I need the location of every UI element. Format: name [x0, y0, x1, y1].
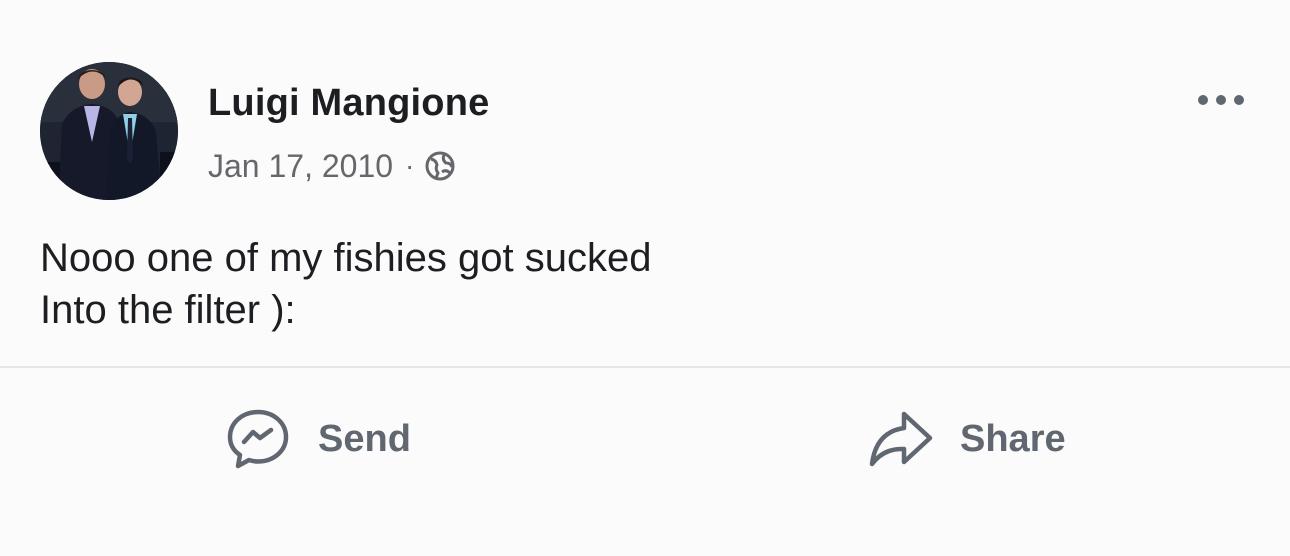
more-dot	[1198, 95, 1208, 105]
post-meta: Jan 17, 2010 ·	[208, 146, 456, 186]
share-arrow-icon	[869, 411, 933, 467]
post-text-line: Nooo one of my fishies got sucked	[40, 236, 652, 280]
send-label: Send	[318, 417, 411, 460]
author-name[interactable]: Luigi Mangione	[208, 82, 489, 125]
meta-separator: ·	[405, 150, 415, 181]
share-label: Share	[960, 417, 1066, 460]
globe-icon	[425, 151, 455, 181]
post-text-line: Into the filter ):	[40, 288, 296, 332]
profile-photo	[40, 62, 178, 200]
avatar[interactable]	[40, 62, 178, 200]
post-text: Nooo one of my fishies got sucked Into t…	[40, 232, 651, 336]
more-options-icon[interactable]	[1190, 84, 1252, 116]
messenger-icon	[227, 409, 289, 469]
facebook-post: Luigi Mangione Jan 17, 2010 · Nooo one o…	[0, 0, 1290, 556]
more-dot	[1216, 95, 1226, 105]
more-dot	[1234, 95, 1244, 105]
divider	[0, 366, 1290, 368]
post-date[interactable]: Jan 17, 2010	[208, 148, 393, 185]
send-button[interactable]: Send	[224, 404, 411, 474]
share-button[interactable]: Share	[866, 404, 1066, 474]
